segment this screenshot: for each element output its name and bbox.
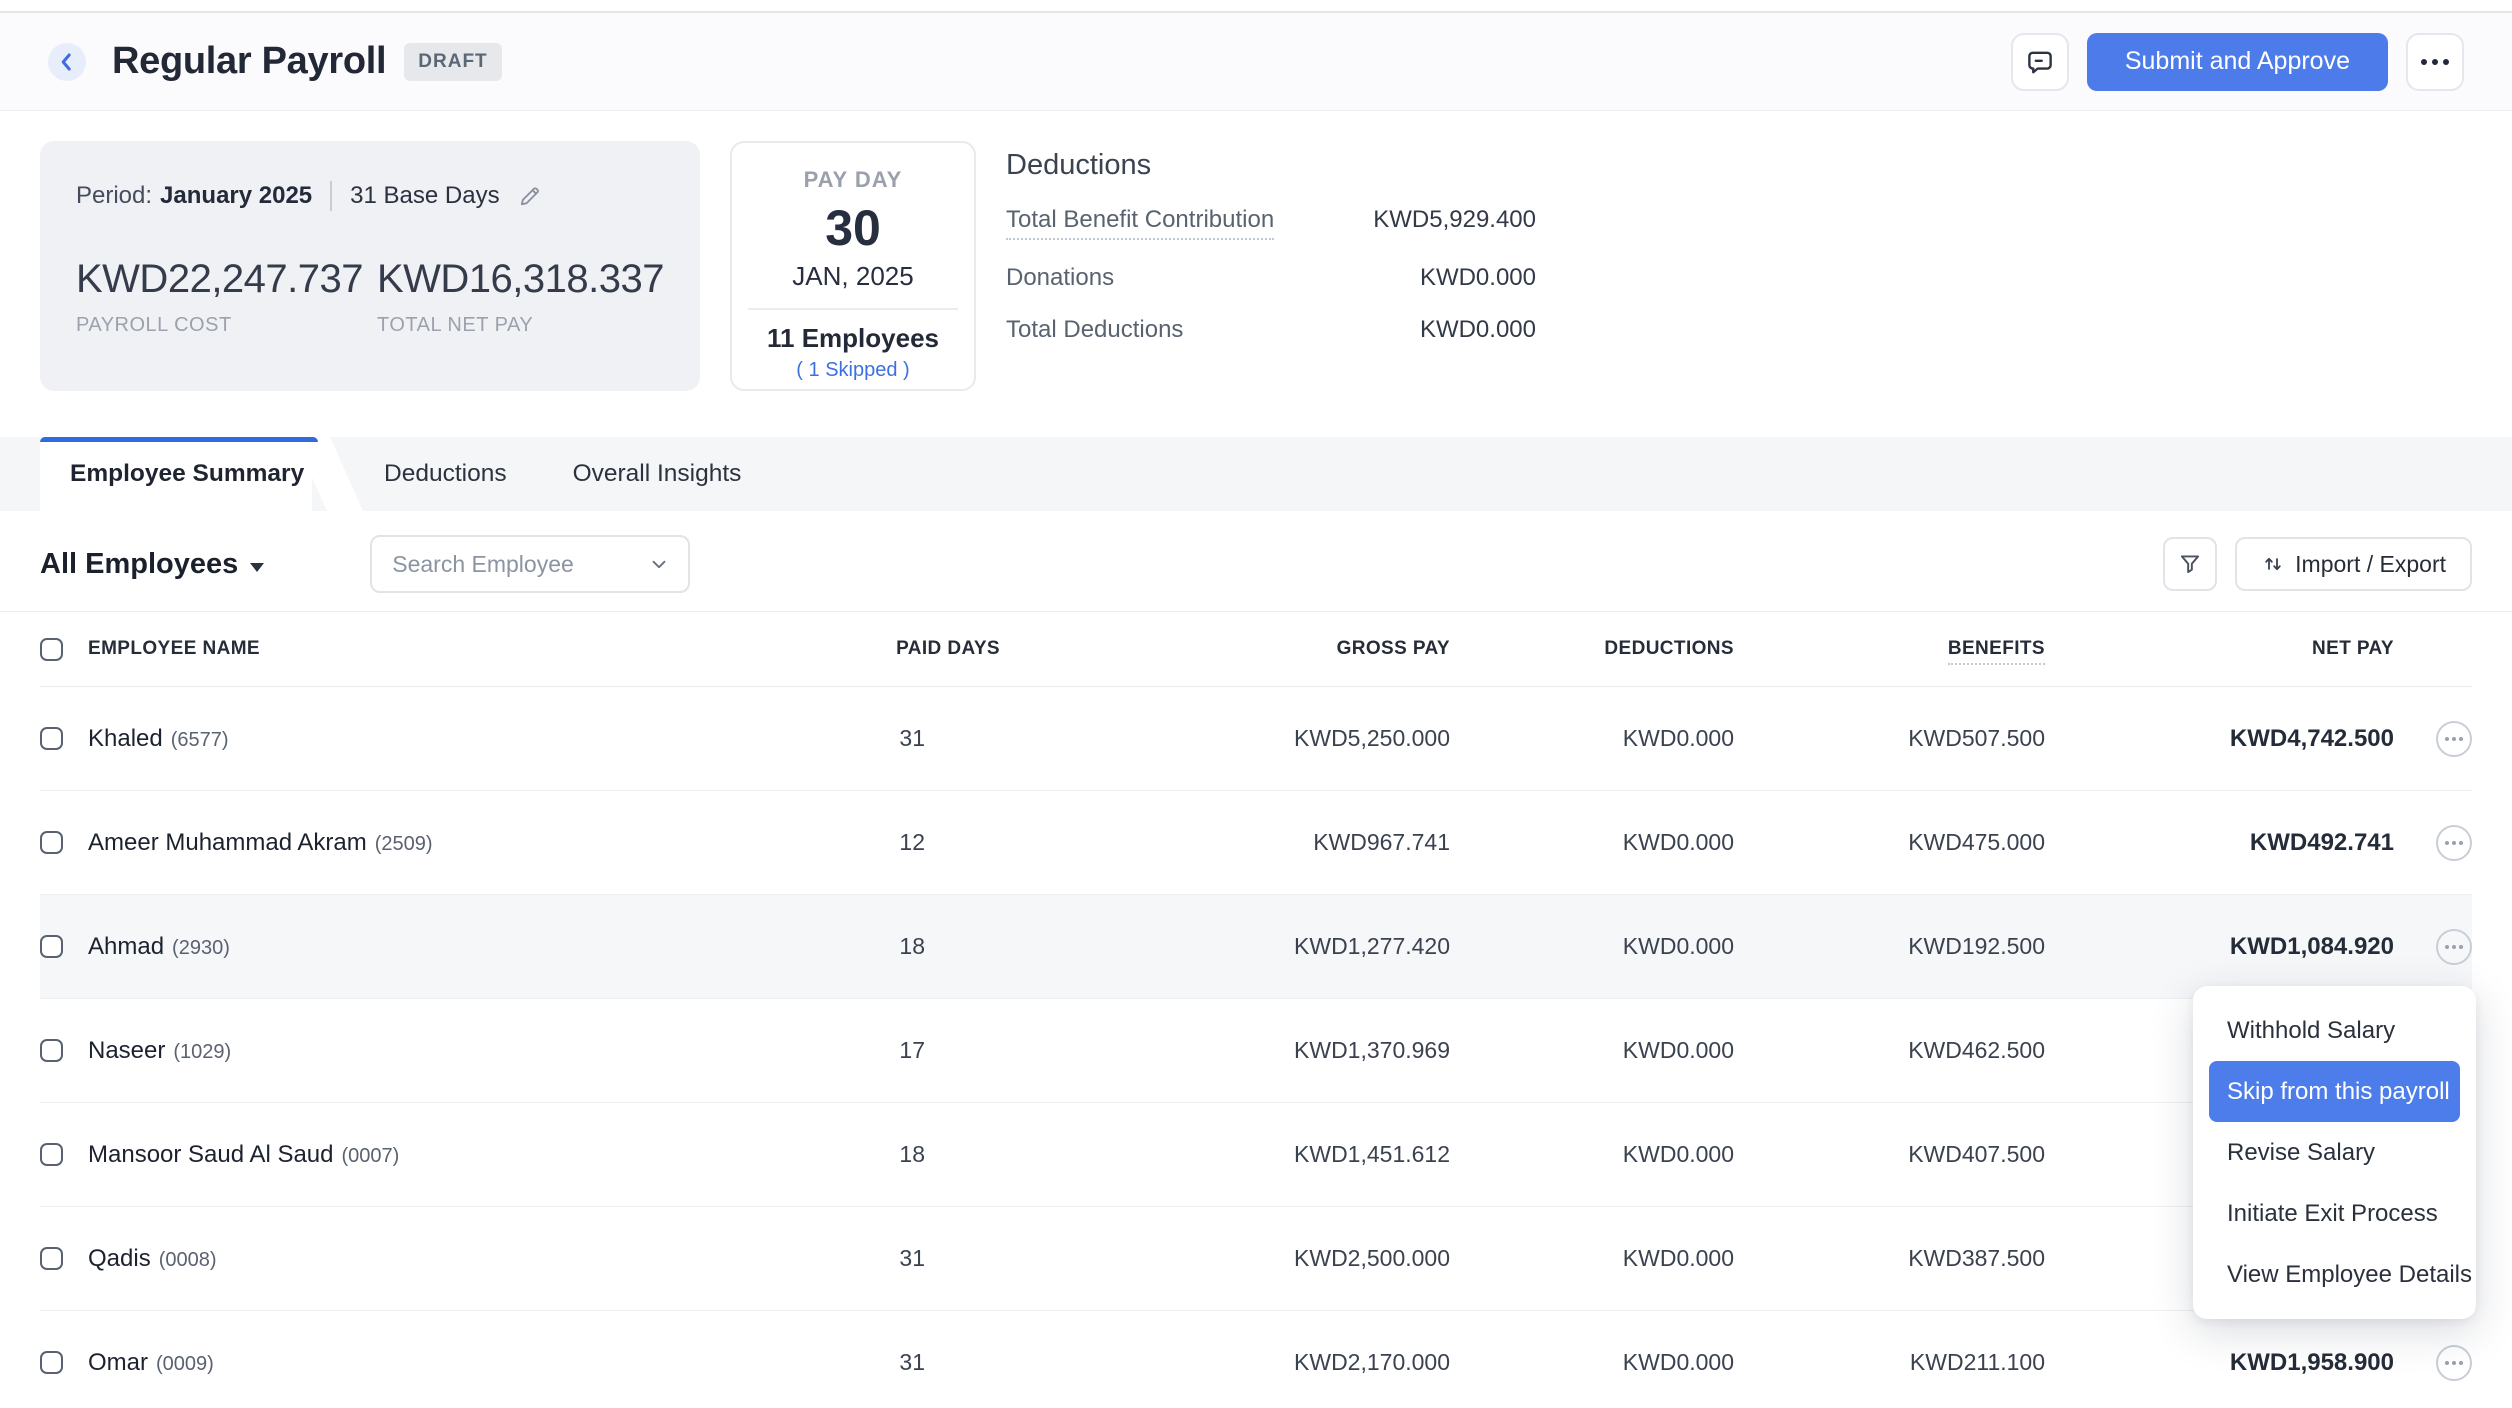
chevron-down-icon [648,553,670,575]
table-row[interactable]: Ameer Muhammad Akram(2509) 12 KWD967.741… [40,791,2472,895]
search-placeholder: Search Employee [392,551,574,578]
divider [748,308,958,310]
deductions-title: Deductions [1006,149,1536,182]
more-actions-button[interactable] [2406,33,2464,91]
total-net-pay-value: KWD16,318.337 [377,257,664,302]
total-benefit-contribution-value: KWD5,929.400 [1373,206,1536,234]
tab-bar: Employee Summary Deductions Overall Insi… [0,437,2512,511]
payday-card: PAY DAY 30 JAN, 2025 11 Employees ( 1 Sk… [730,141,976,391]
row-actions-button[interactable] [2436,1345,2472,1381]
total-deductions-label: Total Deductions [1006,316,1183,344]
row-checkbox[interactable] [40,1247,63,1270]
employee-id: (2930) [172,937,230,959]
payday-label: PAY DAY [732,167,974,193]
page-header: Regular Payroll DRAFT Submit and Approve [0,13,2512,111]
employee-id: (2509) [375,833,433,855]
employee-count: 11 Employees [732,323,974,354]
period-value: January 2025 [160,182,312,210]
employee-id: (6577) [171,729,229,751]
divider [330,181,332,211]
caret-down-icon [250,563,264,572]
table-header-row: EMPLOYEE NAME PAID DAYS GROSS PAY DEDUCT… [40,612,2472,687]
col-employee-name: EMPLOYEE NAME [88,638,700,660]
menu-item-skip-from-payroll[interactable]: Skip from this payroll [2209,1061,2460,1122]
funnel-icon [2177,551,2203,577]
employee-filter-dropdown[interactable]: All Employees [40,548,264,581]
status-badge: DRAFT [404,43,501,81]
search-employee-input[interactable]: Search Employee [370,535,690,593]
col-net-pay: NET PAY [2045,638,2394,660]
total-deductions-value: KWD0.000 [1420,316,1536,344]
base-days: 31 Base Days [350,182,499,210]
employee-id: (0009) [156,1353,214,1375]
row-checkbox[interactable] [40,831,63,854]
tab-deductions[interactable]: Deductions [384,437,507,511]
import-export-button[interactable]: Import / Export [2235,537,2472,591]
comment-icon [2025,47,2055,77]
top-border [0,0,2512,13]
col-gross-pay: GROSS PAY [1000,638,1450,660]
submit-and-approve-button[interactable]: Submit and Approve [2087,33,2388,91]
total-net-pay-label: TOTAL NET PAY [377,314,664,337]
period-card: Period: January 2025 31 Base Days KWD22,… [40,141,700,391]
period-label: Period: [76,182,152,210]
menu-item-view-employee-details[interactable]: View Employee Details [2209,1244,2460,1305]
col-paid-days: PAID DAYS [700,638,1000,660]
tab-employee-summary[interactable]: Employee Summary [40,437,312,511]
table-row[interactable]: Qadis(0008) 31 KWD2,500.000 KWD0.000 KWD… [40,1207,2472,1311]
donations-label: Donations [1006,264,1114,292]
summary-section: Period: January 2025 31 Base Days KWD22,… [40,141,2472,391]
select-all-checkbox[interactable] [40,638,63,661]
import-export-icon [2261,552,2285,576]
table-toolbar: All Employees Search Employee Import / E… [0,511,2512,612]
table-row[interactable]: Khaled(6577) 31 KWD5,250.000 KWD0.000 KW… [40,687,2472,791]
row-actions-button[interactable] [2436,825,2472,861]
col-deductions: DEDUCTIONS [1450,638,1734,660]
table-row[interactable]: Mansoor Saud Al Saud(0007) 18 KWD1,451.6… [40,1103,2472,1207]
table-row-active[interactable]: Ahmad(2930) 18 KWD1,277.420 KWD0.000 KWD… [40,895,2472,999]
row-checkbox[interactable] [40,1351,63,1374]
employee-id: (0008) [159,1249,217,1271]
filter-button[interactable] [2163,537,2217,591]
employee-id: (0007) [342,1145,400,1167]
skipped-count-link[interactable]: ( 1 Skipped ) [732,359,974,382]
col-benefits: BENEFITS [1734,638,2045,660]
total-benefit-contribution-label[interactable]: Total Benefit Contribution [1006,206,1274,240]
back-button[interactable] [48,43,86,81]
row-checkbox[interactable] [40,935,63,958]
employee-id: (1029) [173,1041,231,1063]
menu-item-withhold-salary[interactable]: Withhold Salary [2209,1000,2460,1061]
menu-item-initiate-exit-process[interactable]: Initiate Exit Process [2209,1183,2460,1244]
row-checkbox[interactable] [40,727,63,750]
table-row[interactable]: Naseer(1029) 17 KWD1,370.969 KWD0.000 KW… [40,999,2472,1103]
row-actions-button[interactable] [2436,721,2472,757]
row-checkbox[interactable] [40,1143,63,1166]
menu-item-revise-salary[interactable]: Revise Salary [2209,1122,2460,1183]
page-title: Regular Payroll [112,40,386,83]
payroll-cost-value: KWD22,247.737 [76,257,377,302]
edit-period-icon[interactable] [516,182,544,210]
chevron-left-icon [54,49,80,75]
payroll-cost-label: PAYROLL COST [76,314,377,337]
payday-date: JAN, 2025 [732,261,974,292]
row-context-menu: Withhold Salary Skip from this payroll R… [2193,986,2476,1319]
employee-table: EMPLOYEE NAME PAID DAYS GROSS PAY DEDUCT… [40,612,2472,1408]
tab-overall-insights[interactable]: Overall Insights [573,437,742,511]
row-checkbox[interactable] [40,1039,63,1062]
table-row[interactable]: Omar(0009) 31 KWD2,170.000 KWD0.000 KWD2… [40,1311,2472,1408]
ellipsis-icon [2421,59,2449,65]
comments-button[interactable] [2011,33,2069,91]
deductions-summary: Deductions Total Benefit Contribution KW… [1006,141,1536,391]
payday-day: 30 [732,199,974,257]
donations-value: KWD0.000 [1420,264,1536,292]
row-actions-button[interactable] [2436,929,2472,965]
